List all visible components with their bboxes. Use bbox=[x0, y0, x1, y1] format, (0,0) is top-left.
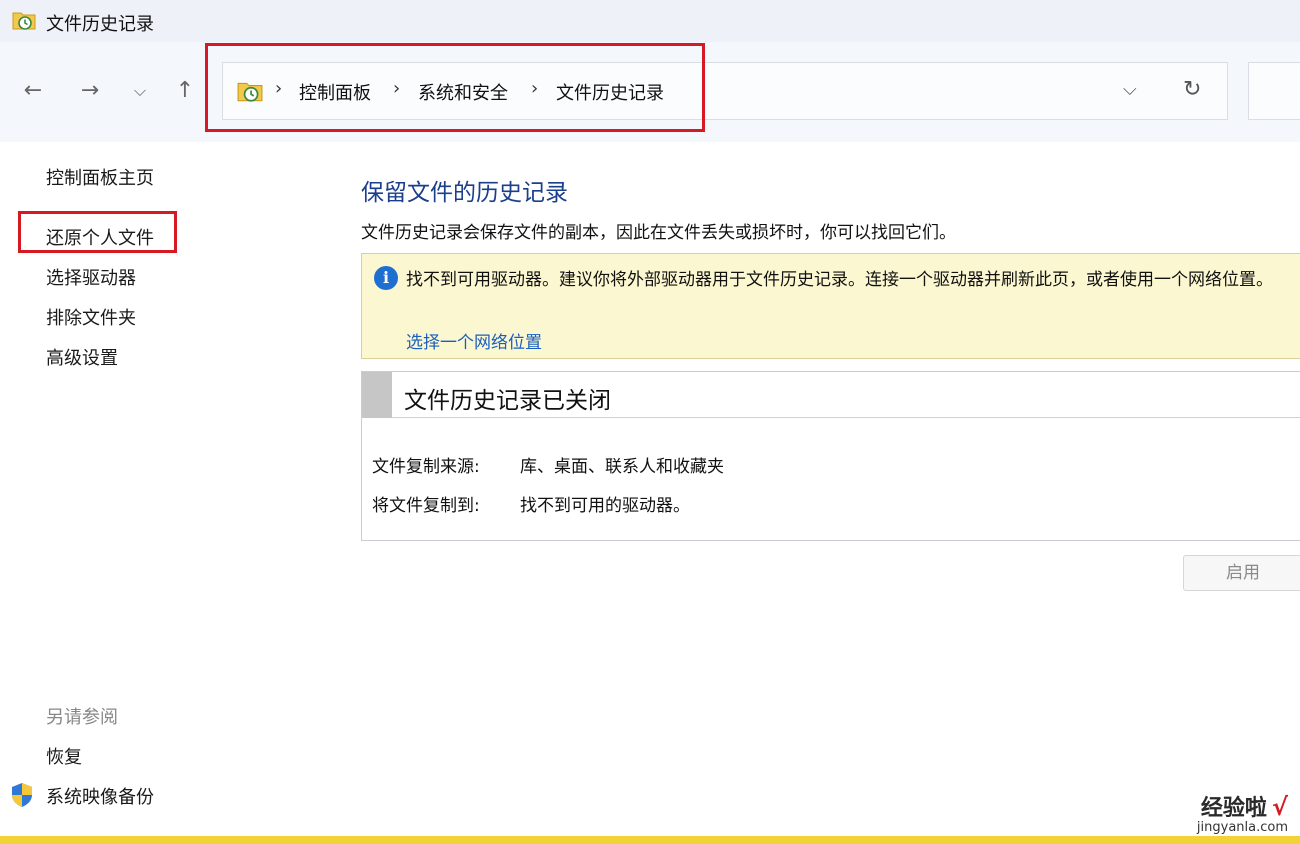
status-title: 文件历史记录已关闭 bbox=[404, 388, 611, 414]
sidebar-control-panel-home[interactable]: 控制面板主页 bbox=[46, 164, 154, 190]
sidebar-item-recovery[interactable]: 恢复 bbox=[46, 743, 82, 769]
enable-button[interactable]: 启用 bbox=[1183, 555, 1300, 591]
sidebar-item-select-drive[interactable]: 选择驱动器 bbox=[46, 264, 136, 290]
copy-source-value: 库、桌面、联系人和收藏夹 bbox=[520, 457, 724, 477]
sidebar-item-system-image-backup[interactable]: 系统映像备份 bbox=[46, 783, 154, 809]
address-dropdown-chevron-icon[interactable]: ⌵ bbox=[1123, 79, 1137, 100]
shield-icon bbox=[12, 783, 32, 807]
warning-text: 找不到可用驱动器。建议你将外部驱动器用于文件历史记录。连接一个驱动器并刷新此页，… bbox=[406, 270, 1273, 290]
file-history-icon bbox=[12, 12, 36, 30]
forward-arrow-icon[interactable]: → bbox=[75, 76, 105, 106]
status-header: 文件历史记录已关闭 bbox=[362, 372, 1300, 418]
watermark-url: jingyanla.com bbox=[1196, 820, 1288, 835]
breadcrumb-control-panel[interactable]: 控制面板 bbox=[299, 79, 371, 105]
warning-banner: i 找不到可用驱动器。建议你将外部驱动器用于文件历史记录。连接一个驱动器并刷新此… bbox=[361, 253, 1300, 359]
copy-source-label: 文件复制来源: bbox=[372, 457, 480, 477]
status-indicator bbox=[362, 372, 392, 418]
breadcrumb-system-security[interactable]: 系统和安全 bbox=[418, 79, 508, 105]
sidebar-item-restore-personal-files[interactable]: 还原个人文件 bbox=[46, 224, 154, 250]
refresh-icon[interactable]: ↻ bbox=[1183, 77, 1201, 102]
breadcrumb-separator: › bbox=[393, 78, 401, 99]
search-input[interactable] bbox=[1248, 62, 1300, 120]
window-title: 文件历史记录 bbox=[46, 14, 154, 35]
address-bar[interactable]: › 控制面板 › 系统和安全 › 文件历史记录 ⌵ ↻ bbox=[222, 62, 1228, 120]
copy-destination-value: 找不到可用的驱动器。 bbox=[520, 496, 690, 516]
bottom-strip bbox=[0, 836, 1300, 844]
breadcrumb-file-history[interactable]: 文件历史记录 bbox=[556, 79, 664, 105]
copy-destination-label: 将文件复制到: bbox=[372, 496, 480, 516]
up-arrow-icon[interactable]: ↑ bbox=[170, 76, 200, 106]
see-also-label: 另请参阅 bbox=[46, 707, 118, 728]
back-arrow-icon[interactable]: ← bbox=[18, 76, 48, 106]
recent-locations-chevron-icon[interactable]: ⌵ bbox=[125, 76, 155, 106]
title-bar: 文件历史记录 bbox=[0, 0, 1300, 42]
info-icon: i bbox=[374, 266, 398, 290]
page-title: 保留文件的历史记录 bbox=[361, 180, 568, 206]
sidebar-item-exclude-folders[interactable]: 排除文件夹 bbox=[46, 304, 136, 330]
watermark-text: 经验啦 bbox=[1200, 796, 1267, 821]
file-history-icon bbox=[237, 82, 263, 102]
breadcrumb-separator: › bbox=[275, 78, 283, 99]
breadcrumb-separator: › bbox=[531, 78, 539, 99]
intro-text: 文件历史记录会保存文件的副本，因此在文件丢失或损坏时，你可以找回它们。 bbox=[361, 223, 956, 243]
check-icon: √ bbox=[1271, 793, 1288, 821]
select-network-location-link[interactable]: 选择一个网络位置 bbox=[406, 328, 542, 353]
watermark: 经验啦 √ jingyanla.com bbox=[1158, 790, 1288, 835]
status-panel: 文件历史记录已关闭 文件复制来源: 库、桌面、联系人和收藏夹 将文件复制到: 找… bbox=[361, 371, 1300, 541]
sidebar-item-advanced-settings[interactable]: 高级设置 bbox=[46, 344, 118, 370]
